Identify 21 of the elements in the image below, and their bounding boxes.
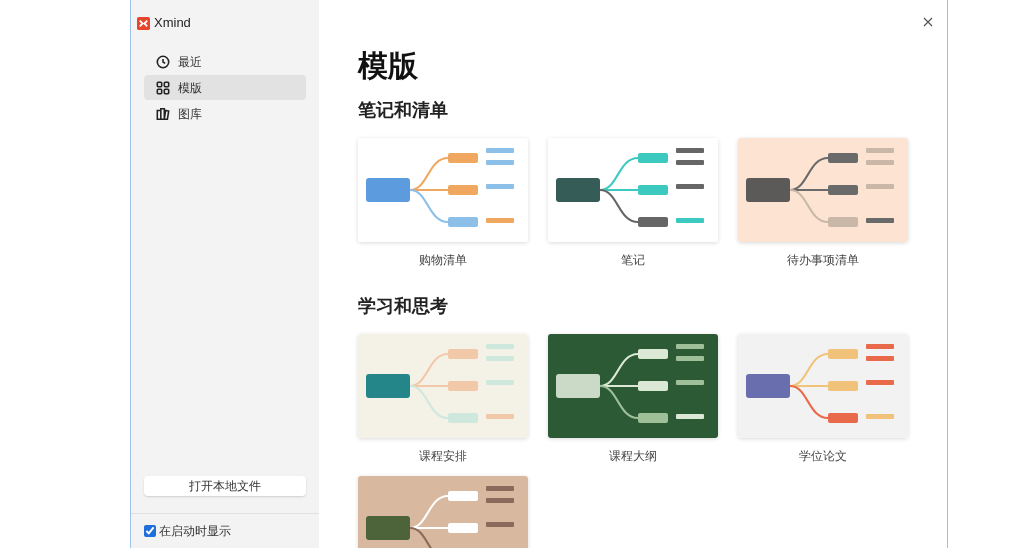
section-heading: 笔记和清单 (358, 99, 449, 122)
section-heading: 学习和思考 (358, 295, 449, 318)
sidebar-item[interactable]: 图库 (144, 101, 306, 126)
clock-icon (156, 54, 170, 69)
template-name: 课程安排 (419, 448, 467, 464)
template-name: 学位论文 (799, 448, 847, 464)
library-icon (156, 106, 170, 121)
checkbox[interactable] (144, 525, 156, 537)
template-name: 课程大纲 (609, 448, 657, 464)
template-name: 购物清单 (419, 252, 467, 268)
sidebar-item[interactable]: 模版 (144, 75, 306, 100)
logo-icon (137, 16, 150, 30)
open-local-file-button[interactable]: 打开本地文件 (144, 476, 306, 496)
close-icon[interactable] (923, 17, 933, 27)
sidebar-item[interactable]: 最近 (144, 49, 306, 74)
template-name: 待办事项清单 (787, 252, 859, 268)
grid-icon (156, 80, 170, 95)
app-name: Xmind (154, 14, 191, 33)
template-name: 笔记 (621, 252, 645, 268)
page-title: 模版 (358, 48, 419, 84)
checkbox-label: 在启动时显示 (159, 523, 231, 540)
